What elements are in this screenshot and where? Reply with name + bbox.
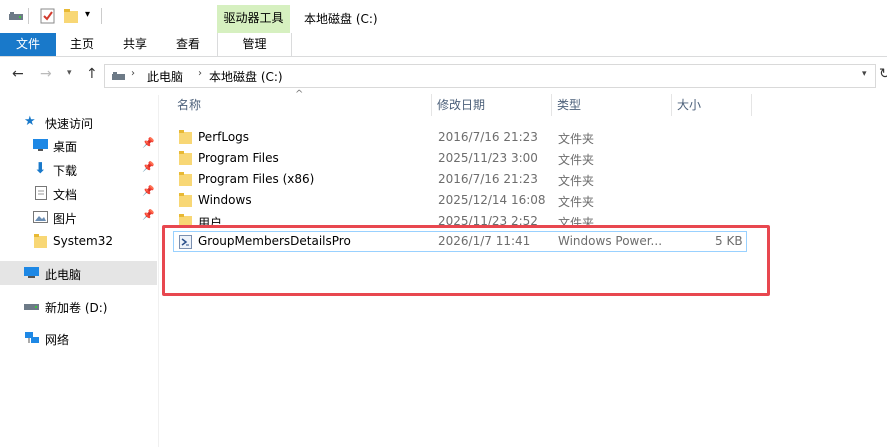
address-dropdown-icon[interactable]: ▾: [862, 69, 867, 79]
title-bar: ▾ 驱动器工具 本地磁盘 (C:): [0, 0, 887, 33]
file-row[interactable]: 用户 2025/11/23 2:52 文件夹: [173, 211, 747, 225]
folder-icon: [179, 214, 192, 225]
column-divider[interactable]: [671, 94, 672, 116]
file-name: PerfLogs: [198, 130, 250, 144]
nav-documents[interactable]: 文档 📌: [0, 182, 157, 204]
tab-file[interactable]: 文件: [0, 33, 56, 56]
ribbon-tabs: 文件 主页 共享 查看: [0, 33, 887, 57]
breadcrumb-this-pc[interactable]: 此电脑: [147, 68, 183, 85]
file-name: Windows: [198, 193, 252, 207]
column-header-size[interactable]: 大小: [677, 96, 701, 113]
desktop-icon: [33, 139, 48, 151]
column-header-name[interactable]: 名称: [177, 96, 201, 113]
pin-icon[interactable]: 📌: [142, 186, 154, 197]
nav-item-label: System32: [53, 234, 114, 248]
nav-this-pc[interactable]: 此电脑: [0, 261, 157, 285]
file-row[interactable]: Program Files (x86) 2016/7/16 21:23 文件夹: [173, 169, 747, 190]
refresh-icon[interactable]: ↻: [879, 66, 887, 82]
nav-item-label: 快速访问: [45, 117, 94, 131]
file-row[interactable]: Program Files 2025/11/23 3:00 文件夹: [173, 148, 747, 169]
forward-arrow-icon[interactable]: →: [40, 66, 52, 82]
file-type: 文件夹: [558, 216, 595, 225]
nav-desktop[interactable]: 桌面 📌: [0, 134, 157, 156]
nav-pictures[interactable]: 图片 📌: [0, 206, 157, 228]
recent-locations-chevron-icon[interactable]: ▾: [67, 68, 72, 78]
address-bar[interactable]: › 此电脑 › 本地磁盘 (C:) ▾: [104, 64, 876, 88]
file-modified: 2025/12/14 16:08: [438, 193, 546, 207]
nav-item-label: 桌面: [53, 140, 78, 154]
network-icon: [25, 332, 39, 343]
folder-icon: [179, 130, 192, 144]
tab-view[interactable]: 查看: [162, 33, 214, 56]
file-name: Program Files (x86): [198, 172, 315, 186]
file-modified: 2016/7/16 21:23: [438, 172, 538, 186]
properties-icon[interactable]: [40, 8, 56, 24]
customize-toolbar-icon[interactable]: ▾: [85, 9, 90, 20]
breadcrumb-separator-icon[interactable]: ›: [198, 68, 202, 79]
column-divider[interactable]: [551, 94, 552, 116]
navigation-bar: ← → ▾ ↑ › 此电脑 › 本地磁盘 (C:) ▾ ↻: [0, 62, 887, 89]
folder-icon: [179, 151, 192, 165]
column-header-modified[interactable]: 修改日期: [437, 96, 485, 113]
folder-icon: [179, 172, 192, 186]
folder-icon: [34, 234, 47, 248]
nav-downloads[interactable]: ⬇ 下载 📌: [0, 158, 157, 180]
file-name: 用户: [198, 216, 223, 225]
tab-manage[interactable]: 管理: [217, 33, 292, 56]
star-icon: ★: [24, 114, 36, 129]
nav-item-label: 新加卷 (D:): [45, 301, 108, 315]
nav-network[interactable]: 网络: [0, 327, 157, 349]
nav-item-label: 图片: [53, 212, 78, 226]
column-divider[interactable]: [751, 94, 752, 116]
column-header-type[interactable]: 类型: [557, 96, 581, 113]
drive-icon: [9, 12, 23, 20]
nav-item-label: 下载: [53, 164, 78, 178]
pin-icon[interactable]: 📌: [142, 138, 154, 149]
nav-system32[interactable]: System32: [0, 230, 157, 252]
this-pc-icon: [112, 72, 125, 80]
file-modified: 2016/7/16 21:23: [438, 130, 538, 144]
this-pc-icon: [24, 267, 39, 278]
file-row[interactable]: PerfLogs 2016/7/16 21:23 文件夹: [173, 127, 747, 148]
pin-icon[interactable]: 📌: [142, 210, 154, 221]
documents-icon: [35, 186, 47, 200]
drive-tools-header: 驱动器工具: [217, 5, 290, 33]
pictures-icon: [33, 211, 48, 223]
file-modified: 2025/11/23 3:00: [438, 151, 538, 165]
navigation-pane: ★ 快速访问 桌面 📌 ⬇ 下载 📌 文档 📌 图片 📌 System32 此电…: [0, 95, 159, 447]
drive-icon: [24, 304, 39, 310]
back-arrow-icon[interactable]: ←: [12, 66, 24, 82]
nav-drive-d[interactable]: 新加卷 (D:): [0, 295, 157, 317]
nav-quick-access[interactable]: ★ 快速访问: [0, 111, 157, 133]
breadcrumb-local-disk[interactable]: 本地磁盘 (C:): [209, 68, 283, 85]
file-modified: 2025/11/23 2:52: [438, 214, 538, 225]
sort-ascending-icon: ^: [295, 89, 304, 100]
up-arrow-icon[interactable]: ↑: [86, 66, 98, 82]
file-type: 文件夹: [558, 195, 595, 209]
breadcrumb-separator-icon[interactable]: ›: [131, 68, 135, 79]
file-name: Program Files: [198, 151, 279, 165]
file-type: 文件夹: [558, 132, 595, 146]
tab-home[interactable]: 主页: [56, 33, 108, 56]
column-divider[interactable]: [431, 94, 432, 116]
nav-item-label: 文档: [53, 188, 78, 202]
tab-share[interactable]: 共享: [110, 33, 160, 56]
file-type: 文件夹: [558, 153, 595, 167]
download-icon: ⬇: [34, 159, 47, 177]
file-row[interactable]: Windows 2025/12/14 16:08 文件夹: [173, 190, 747, 211]
folder-icon: [179, 193, 192, 207]
new-folder-icon[interactable]: [64, 9, 78, 23]
nav-item-label: 此电脑: [45, 268, 82, 282]
file-type: 文件夹: [558, 174, 595, 188]
highlight-annotation-box: [162, 225, 770, 296]
window-title: 本地磁盘 (C:): [304, 12, 378, 26]
nav-item-label: 网络: [45, 333, 70, 347]
pin-icon[interactable]: 📌: [142, 162, 154, 173]
